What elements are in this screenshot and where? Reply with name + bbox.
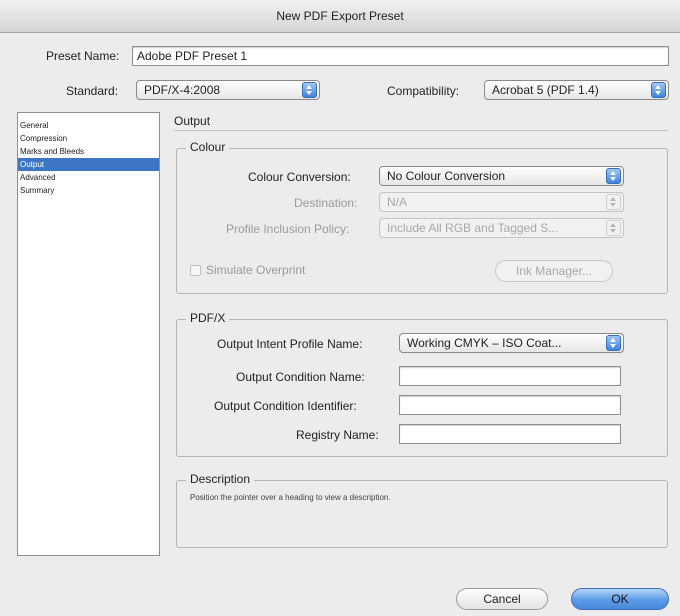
popup-arrows-icon <box>651 82 666 98</box>
sidebar-list: General Compression Marks and Bleeds Out… <box>17 112 160 556</box>
popup-arrows-icon <box>606 335 621 351</box>
sidebar-item-marks-and-bleeds[interactable]: Marks and Bleeds <box>18 145 159 158</box>
output-condition-name-label: Output Condition Name: <box>236 370 365 384</box>
simulate-overprint-label: Simulate Overprint <box>206 263 306 277</box>
registry-name-input[interactable] <box>399 424 621 444</box>
standard-select[interactable]: PDF/X-4:2008 <box>136 80 320 100</box>
destination-value: N/A <box>387 195 408 209</box>
colour-group-title: Colour <box>186 140 230 154</box>
compatibility-label: Compatibility: <box>387 84 460 98</box>
output-intent-value: Working CMYK – ISO Coat... <box>407 336 562 350</box>
output-intent-label: Output Intent Profile Name: <box>217 337 363 351</box>
compatibility-value: Acrobat 5 (PDF 1.4) <box>492 83 599 97</box>
description-text: Position the pointer over a heading to v… <box>190 493 391 502</box>
colour-conversion-value: No Colour Conversion <box>387 169 506 183</box>
simulate-overprint-checkbox[interactable] <box>190 265 201 276</box>
output-condition-name-input[interactable] <box>399 366 621 386</box>
sidebar-item-advanced[interactable]: Advanced <box>18 171 159 184</box>
preset-name-label: Preset Name: <box>46 49 120 63</box>
registry-name-label: Registry Name: <box>296 428 379 442</box>
popup-arrows-icon <box>606 194 621 210</box>
output-condition-identifier-input[interactable] <box>399 395 621 415</box>
output-condition-identifier-label: Output Condition Identifier: <box>214 399 357 413</box>
window-title: New PDF Export Preset <box>276 9 404 23</box>
output-intent-select[interactable]: Working CMYK – ISO Coat... <box>399 333 624 353</box>
sidebar-item-output[interactable]: Output <box>18 158 159 171</box>
standard-value: PDF/X-4:2008 <box>144 83 221 97</box>
profile-inclusion-label: Profile Inclusion Policy: <box>226 222 350 236</box>
destination-label: Destination: <box>294 196 358 210</box>
ink-manager-button[interactable]: Ink Manager... <box>495 260 613 282</box>
description-group <box>176 480 668 548</box>
heading-separator <box>174 130 668 131</box>
ok-button[interactable]: OK <box>571 588 669 610</box>
standard-label: Standard: <box>66 84 119 98</box>
colour-conversion-label: Colour Conversion: <box>248 170 351 184</box>
destination-select[interactable]: N/A <box>379 192 624 212</box>
popup-arrows-icon <box>606 168 621 184</box>
profile-inclusion-value: Include All RGB and Tagged S... <box>387 221 559 235</box>
sidebar-item-general[interactable]: General <box>18 119 159 132</box>
compatibility-select[interactable]: Acrobat 5 (PDF 1.4) <box>484 80 669 100</box>
pdfx-group-title: PDF/X <box>186 311 230 325</box>
cancel-button[interactable]: Cancel <box>456 588 548 610</box>
colour-conversion-select[interactable]: No Colour Conversion <box>379 166 624 186</box>
popup-arrows-icon <box>302 82 317 98</box>
preset-name-input[interactable]: Adobe PDF Preset 1 <box>132 46 669 66</box>
sidebar-item-compression[interactable]: Compression <box>18 132 159 145</box>
section-heading: Output <box>174 114 211 128</box>
sidebar-item-summary[interactable]: Summary <box>18 184 159 197</box>
popup-arrows-icon <box>606 220 621 236</box>
profile-inclusion-select[interactable]: Include All RGB and Tagged S... <box>379 218 624 238</box>
description-group-title: Description <box>186 472 255 486</box>
window-titlebar: New PDF Export Preset <box>0 0 680 33</box>
